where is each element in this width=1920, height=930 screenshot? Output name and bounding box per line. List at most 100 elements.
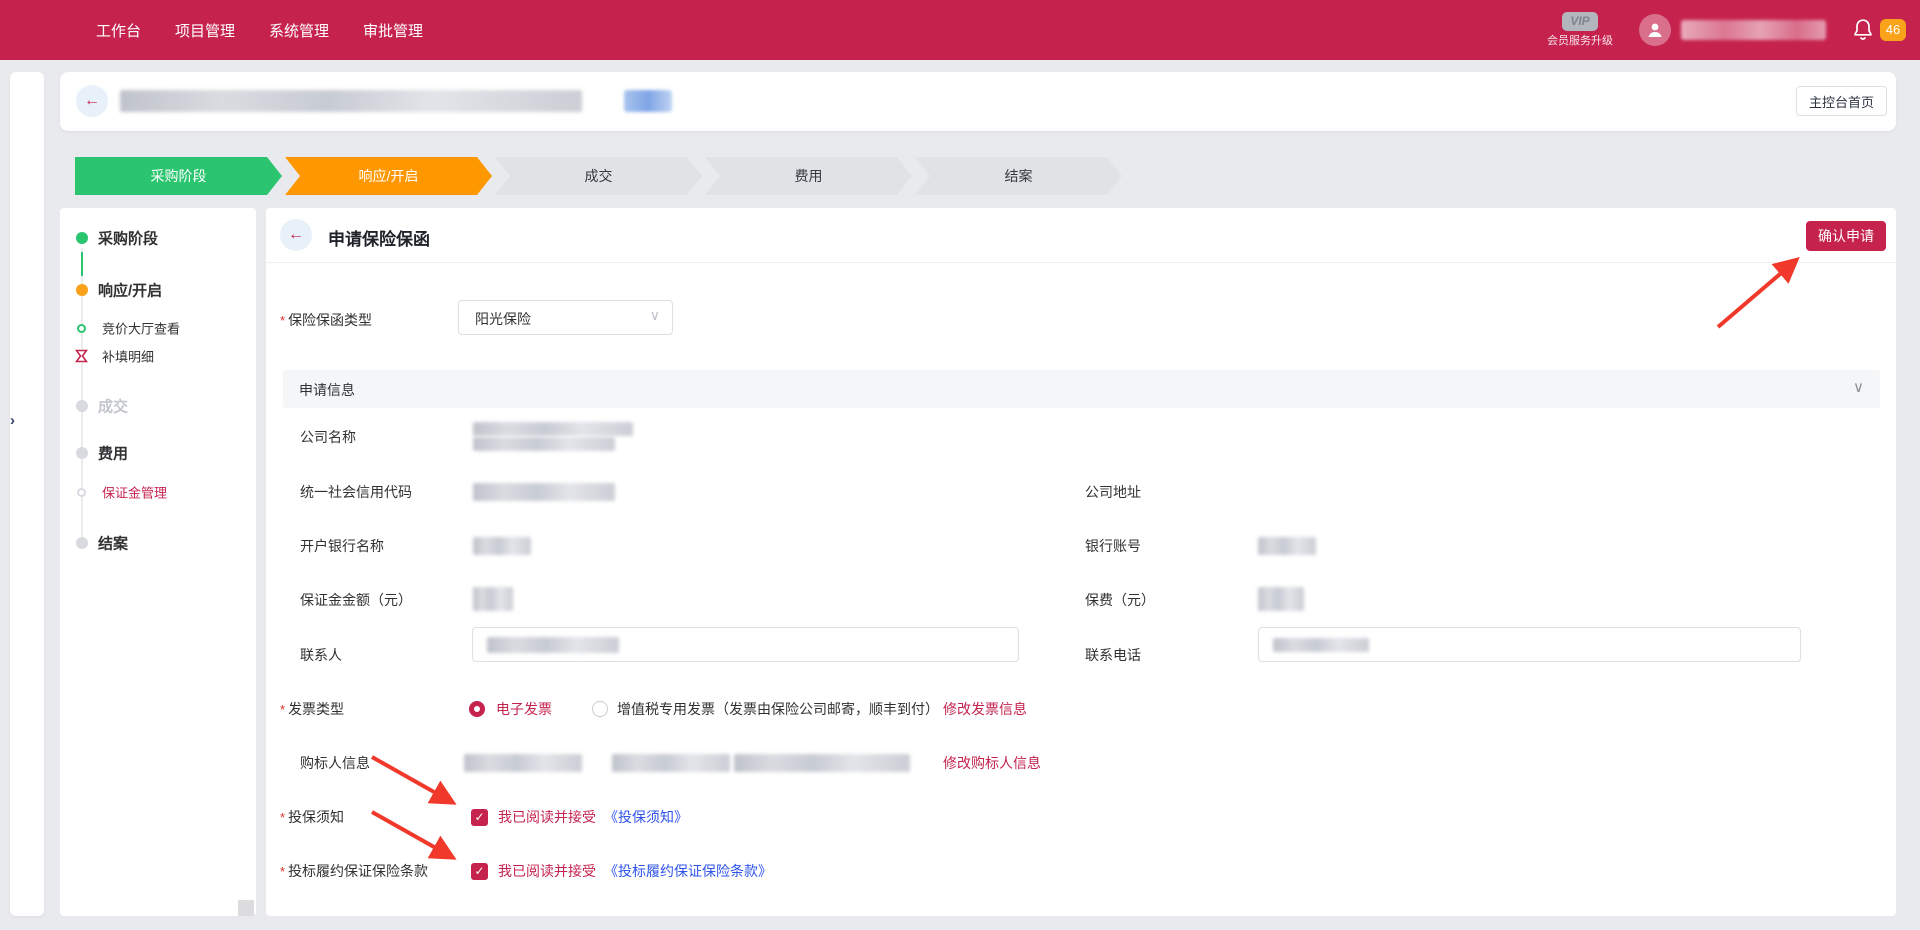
- redacted-value: [734, 754, 910, 772]
- sidebar-item-label: 竞价大厅查看: [102, 319, 180, 338]
- project-title-redacted: [120, 90, 582, 112]
- sidebar-item-bidding-hall[interactable]: 竞价大厅查看: [60, 313, 256, 343]
- redacted-value: [464, 754, 582, 772]
- step-procurement-stage[interactable]: 采购阶段: [75, 157, 282, 195]
- expand-chevron-icon[interactable]: ›: [10, 412, 15, 429]
- main-menu: 工作台 项目管理 系统管理 审批管理: [96, 20, 423, 41]
- menu-item-workbench[interactable]: 工作台: [96, 20, 141, 41]
- menu-item-project-management[interactable]: 项目管理: [175, 20, 235, 41]
- bank-name-label: 开户银行名称: [300, 536, 384, 556]
- redacted-value: [473, 537, 531, 555]
- chevron-down-icon: ∨: [1853, 378, 1864, 396]
- green-circle-icon: [77, 324, 86, 333]
- vip-upgrade[interactable]: VIP 会员服务升级: [1547, 12, 1613, 48]
- sidebar-item-label: 采购阶段: [98, 228, 158, 249]
- sidebar-item-label: 结案: [98, 533, 128, 554]
- redacted-value: [473, 483, 615, 501]
- contact-input[interactable]: [472, 627, 1019, 662]
- top-navbar: 工作台 项目管理 系统管理 审批管理 VIP 会员服务升级: [0, 0, 1920, 60]
- green-dot-icon: [76, 232, 88, 244]
- company-address-label: 公司地址: [1085, 482, 1141, 502]
- form-back-button[interactable]: ←: [280, 219, 312, 251]
- sidebar-item-fees[interactable]: 费用: [60, 438, 256, 468]
- form-title-row: ← 申请保险保函 确认申请: [266, 208, 1896, 263]
- insurer-select-value: 阳光保险: [475, 309, 531, 329]
- username-redacted[interactable]: [1681, 20, 1826, 40]
- radio-electronic-invoice[interactable]: [469, 701, 485, 717]
- menu-item-approval-management[interactable]: 审批管理: [363, 20, 423, 41]
- sidebar-item-procurement-stage[interactable]: 采购阶段: [60, 223, 256, 253]
- redacted-value: [473, 587, 513, 611]
- step-deal[interactable]: 成交: [495, 157, 702, 195]
- redacted-value: [473, 437, 615, 451]
- bank-account-label: 银行账号: [1085, 536, 1141, 556]
- sidebar-item-fill-details[interactable]: 补填明细: [60, 341, 256, 371]
- sidebar-item-label: 费用: [98, 443, 128, 464]
- invoice-type-row: 发票类型 电子发票 增值税专用发票（发票由保险公司邮寄，顺丰到付） 修改发票信息: [266, 694, 1896, 724]
- performance-terms-label: 投标履约保证保险条款: [280, 861, 428, 881]
- gray-dot-icon: [76, 537, 88, 549]
- notice-checkbox[interactable]: ✓: [471, 809, 488, 826]
- sidebar-item-deal[interactable]: 成交: [60, 391, 256, 421]
- company-name-row: 公司名称: [266, 422, 1896, 452]
- gray-circle-icon: [77, 488, 86, 497]
- contact-phone-label: 联系电话: [1085, 645, 1141, 665]
- stage-timeline-sidebar: 采购阶段 响应/开启 竞价大厅查看 补填明细 成交 费用 保证金管理: [60, 208, 256, 916]
- credit-code-row: 统一社会信用代码 公司地址: [266, 477, 1896, 507]
- section-title: 申请信息: [299, 380, 355, 400]
- modify-buyer-link[interactable]: 修改购标人信息: [943, 753, 1041, 773]
- step-fees[interactable]: 费用: [705, 157, 912, 195]
- redacted-value: [473, 422, 633, 436]
- company-name-label: 公司名称: [300, 427, 356, 447]
- radio-vat-invoice[interactable]: [592, 701, 608, 717]
- orange-dot-icon: [76, 284, 88, 296]
- chevron-down-icon: ∨: [650, 307, 660, 324]
- deposit-amount-label: 保证金金额（元）: [300, 590, 412, 610]
- console-home-button[interactable]: 主控台首页: [1796, 86, 1887, 116]
- redacted-value: [1258, 587, 1304, 611]
- confirm-apply-button[interactable]: 确认申请: [1806, 221, 1886, 251]
- vat-invoice-label[interactable]: 增值税专用发票（发票由保险公司邮寄，顺丰到付）: [617, 699, 939, 719]
- contact-row: 联系人 联系电话: [266, 640, 1896, 670]
- menu-item-system-management[interactable]: 系统管理: [269, 20, 329, 41]
- step-response-open[interactable]: 响应/开启: [285, 157, 492, 195]
- header-back-button[interactable]: ←: [76, 85, 108, 117]
- sidebar-item-deposit-management[interactable]: 保证金管理: [60, 477, 256, 507]
- terms-doc-link[interactable]: 《投标履约保证保险条款》: [604, 861, 772, 881]
- credit-code-label: 统一社会信用代码: [300, 482, 412, 502]
- sidebar-item-label: 成交: [98, 396, 128, 417]
- contact-phone-input[interactable]: [1258, 627, 1801, 662]
- scrollbar-thumb[interactable]: [238, 900, 254, 916]
- buyer-info-row: 购标人信息 修改购标人信息: [266, 748, 1896, 778]
- modify-invoice-link[interactable]: 修改发票信息: [943, 699, 1027, 719]
- insurance-notice-row: 投保须知 ✓ 我已阅读并接受 《投保须知》: [266, 802, 1896, 832]
- notice-agree-text: 我已阅读并接受: [498, 807, 596, 827]
- insurance-application-form: ← 申请保险保函 确认申请 保险保函类型 阳光保险 ∨ 申请信息 ∨ 公司名称 …: [266, 208, 1896, 916]
- vip-caption: 会员服务升级: [1547, 32, 1613, 48]
- redacted-value: [487, 637, 619, 653]
- redacted-value: [1258, 537, 1316, 555]
- premium-label: 保费（元）: [1085, 590, 1155, 610]
- gray-dot-icon: [76, 400, 88, 412]
- deposit-amount-row: 保证金金额（元） 保费（元）: [266, 585, 1896, 615]
- step-closing[interactable]: 结案: [915, 157, 1122, 195]
- sidebar-item-closing[interactable]: 结案: [60, 528, 256, 558]
- sidebar-item-label: 响应/开启: [98, 280, 162, 301]
- process-stepper: 采购阶段 响应/开启 成交 费用 结案: [75, 157, 1122, 195]
- notice-doc-link[interactable]: 《投保须知》: [604, 807, 688, 827]
- terms-checkbox[interactable]: ✓: [471, 863, 488, 880]
- electronic-invoice-label[interactable]: 电子发票: [496, 699, 552, 719]
- vip-icon: VIP: [1562, 12, 1598, 31]
- guarantee-type-row: 保险保函类型 阳光保险 ∨: [266, 305, 1896, 335]
- insurer-select[interactable]: 阳光保险 ∨: [458, 300, 673, 335]
- sidebar-item-label: 保证金管理: [102, 483, 167, 502]
- insurance-notice-label: 投保须知: [280, 807, 344, 827]
- application-info-section-header[interactable]: 申请信息 ∨: [283, 370, 1880, 408]
- page-title: 申请保险保函: [328, 225, 430, 250]
- guarantee-type-label: 保险保函类型: [280, 310, 372, 330]
- redacted-value: [1273, 638, 1369, 652]
- notification-count-badge: 46: [1880, 19, 1906, 41]
- avatar[interactable]: [1639, 14, 1671, 46]
- sidebar-item-response-open[interactable]: 响应/开启: [60, 275, 256, 305]
- notification-bell[interactable]: 46: [1852, 18, 1906, 42]
